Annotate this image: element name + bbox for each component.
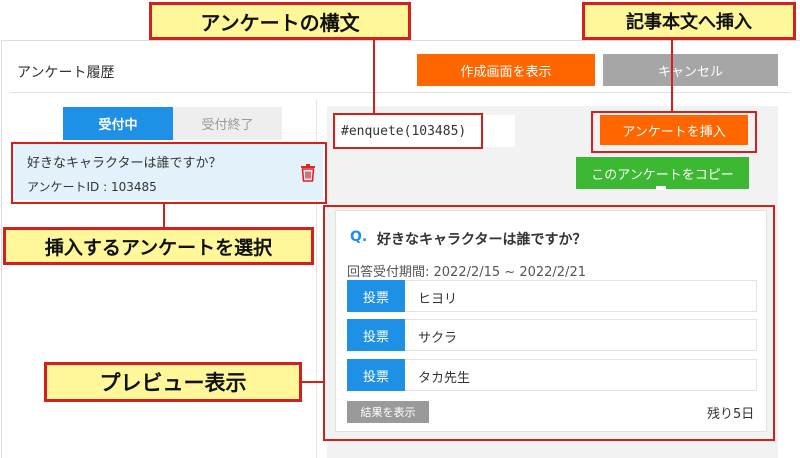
preview-highlight-frame — [323, 205, 775, 441]
select-highlight-frame — [11, 142, 327, 204]
tab-accepting[interactable]: 受付中 — [63, 107, 173, 140]
callout-select-survey: 挿入するアンケートを選択 — [3, 227, 314, 265]
body-connector-line — [671, 40, 673, 111]
cancel-button[interactable]: キャンセル — [603, 54, 778, 86]
callout-syntax: アンケートの構文 — [149, 2, 411, 40]
callout-insert-into-body: 記事本文へ挿入 — [582, 2, 796, 40]
insert-highlight-frame — [591, 111, 757, 153]
tab-closed[interactable]: 受付終了 — [173, 107, 282, 140]
preview-connector-line — [302, 381, 323, 383]
syntax-highlight-frame — [333, 113, 483, 149]
select-connector-line — [163, 204, 165, 227]
copy-survey-button[interactable]: このアンケートをコピー — [576, 157, 749, 189]
syntax-connector-line — [373, 40, 375, 113]
callout-preview: プレビュー表示 — [44, 362, 302, 402]
copy-button-notch — [656, 186, 666, 190]
title-divider — [10, 92, 790, 93]
show-create-screen-button[interactable]: 作成画面を表示 — [417, 54, 595, 86]
page-title: アンケート履歴 — [17, 65, 115, 81]
